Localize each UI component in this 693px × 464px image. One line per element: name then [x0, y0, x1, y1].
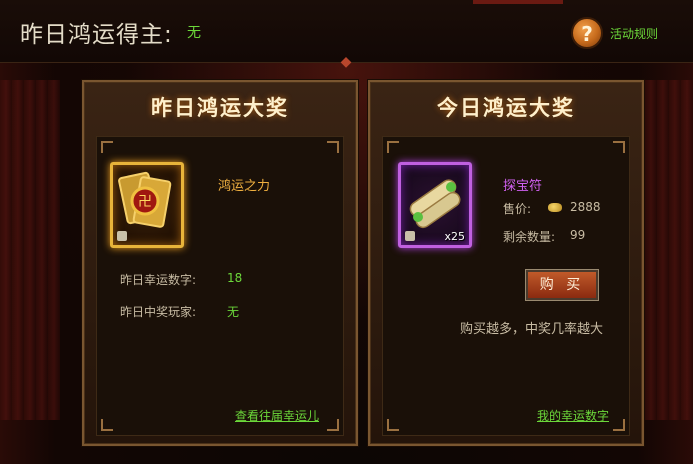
winner-value: 无	[227, 305, 240, 319]
price-value: 2888	[570, 200, 601, 214]
corner-decoration	[387, 419, 399, 431]
buy-button[interactable]: 购 买	[525, 269, 599, 301]
remaining-label: 剩余数量:	[503, 230, 556, 244]
header-title: 昨日鸿运得主:	[20, 22, 173, 48]
buy-hint: 购买越多，中奖几率越大	[460, 322, 604, 337]
corner-decoration	[613, 419, 625, 431]
treasure-talisman-item-slot[interactable]: x25	[398, 162, 472, 248]
corner-decoration	[101, 141, 113, 153]
corner-decoration	[327, 419, 339, 431]
yesterday-prize-title: 昨日鸿运大奖	[151, 96, 289, 120]
right-item-name: 探宝符	[503, 179, 543, 194]
corner-decoration	[327, 141, 339, 153]
lucky-number-label: 昨日幸运数字:	[120, 273, 197, 287]
corner-decoration	[387, 141, 399, 153]
rules-link[interactable]: 活动规则	[610, 25, 658, 42]
today-prize-panel: 今日鸿运大奖 x25 探宝符 售价: 2888 剩余数量: 99 购 买 购买越…	[368, 80, 644, 446]
luck-power-item-slot[interactable]: 卍	[110, 162, 184, 248]
question-circle-icon[interactable]: ?	[571, 17, 603, 49]
remaining-value: 99	[570, 228, 586, 242]
price-label: 售价:	[503, 202, 532, 216]
corner-decoration	[101, 419, 113, 431]
lock-icon	[117, 231, 127, 241]
yesterday-winner-value: 无	[187, 25, 201, 41]
curtain-left	[0, 80, 60, 420]
center-ornament-icon: ◆	[340, 54, 352, 70]
view-past-winners-link[interactable]: 查看往届幸运儿	[235, 407, 319, 424]
corner-decoration	[613, 141, 625, 153]
my-lucky-numbers-link[interactable]: 我的幸运数字	[537, 407, 609, 424]
lucky-number-value: 18	[227, 271, 243, 285]
left-item-name: 鸿运之力	[218, 179, 271, 194]
item-count-badge: x25	[444, 230, 465, 243]
winner-label: 昨日中奖玩家:	[120, 305, 197, 319]
svg-text:卍: 卍	[138, 194, 152, 210]
yesterday-prize-panel: 昨日鸿运大奖 卍 鸿运之力 昨日幸运数字: 18 昨日中奖玩家: 无 查看往届幸…	[82, 80, 358, 446]
gold-ingot-icon	[548, 203, 562, 212]
header-decoration	[473, 0, 563, 4]
today-prize-title: 今日鸿运大奖	[437, 96, 575, 120]
lock-icon	[405, 231, 415, 241]
